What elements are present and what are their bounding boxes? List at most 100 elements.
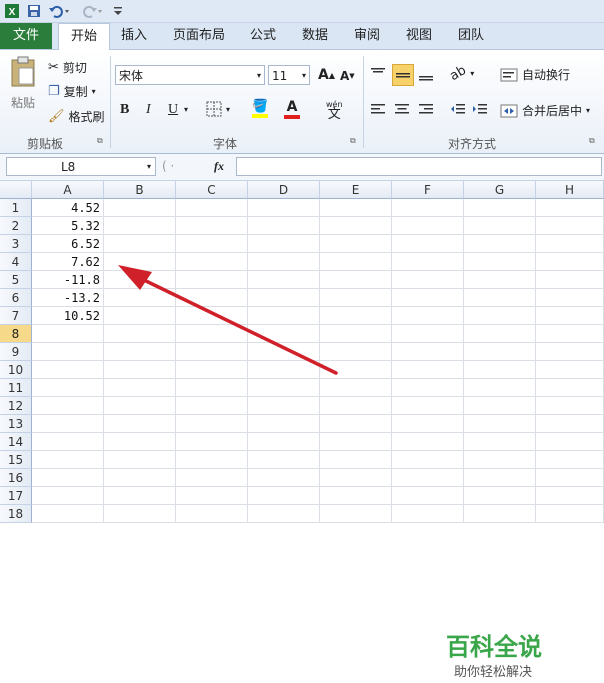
cell[interactable] [248,199,320,217]
cell[interactable] [104,415,176,433]
cell[interactable]: -13.2 [32,289,104,307]
cell[interactable] [248,487,320,505]
cell[interactable] [248,325,320,343]
cell[interactable] [32,361,104,379]
cell[interactable] [536,325,604,343]
cell[interactable] [104,361,176,379]
cell[interactable] [32,469,104,487]
cell[interactable] [392,505,464,523]
cell[interactable] [464,307,536,325]
row-header[interactable]: 15 [0,451,32,469]
tab-home[interactable]: 开始 [58,23,110,51]
cell[interactable] [392,433,464,451]
cell[interactable] [104,451,176,469]
wrap-text-button[interactable]: 自动换行 [500,66,570,83]
cell[interactable] [464,199,536,217]
row-header[interactable]: 10 [0,361,32,379]
cell[interactable] [176,271,248,289]
cell[interactable] [464,235,536,253]
cell[interactable] [392,307,464,325]
cell[interactable] [104,397,176,415]
cell[interactable] [176,451,248,469]
cell[interactable] [32,415,104,433]
cell[interactable] [320,343,392,361]
cell[interactable] [248,271,320,289]
customize-qat-icon[interactable] [112,3,124,19]
cell[interactable] [320,415,392,433]
cell[interactable] [392,325,464,343]
decrease-indent-button[interactable] [450,102,466,118]
cell[interactable] [104,469,176,487]
dialog-launcher-icon[interactable]: ⧉ [350,136,360,146]
grow-font-button[interactable]: A ▲ [318,67,335,83]
cell[interactable] [392,253,464,271]
italic-button[interactable]: I [146,102,151,118]
cell[interactable] [248,415,320,433]
row-header[interactable]: 8 [0,325,32,343]
cell[interactable] [176,253,248,271]
undo-icon[interactable] [48,3,70,19]
cell[interactable] [104,217,176,235]
increase-indent-button[interactable] [472,102,488,118]
cell[interactable] [536,415,604,433]
cut-button[interactable]: ✂ 剪切 [48,58,87,76]
font-color-button[interactable]: A [284,99,300,119]
cell[interactable] [392,415,464,433]
cell[interactable] [464,361,536,379]
cell[interactable] [248,505,320,523]
cell[interactable] [536,379,604,397]
cell[interactable] [536,451,604,469]
cell[interactable] [536,487,604,505]
cell[interactable]: 6.52 [32,235,104,253]
align-bottom-button[interactable] [418,66,434,82]
cell[interactable] [392,235,464,253]
cell[interactable] [104,433,176,451]
cell[interactable] [536,505,604,523]
font-name-combo[interactable]: 宋体 ▾ [115,65,265,85]
cell[interactable] [464,397,536,415]
cell[interactable] [176,487,248,505]
tab-view[interactable]: 视图 [398,23,440,49]
cell[interactable] [104,253,176,271]
cell[interactable] [464,217,536,235]
cell[interactable] [392,199,464,217]
row-header[interactable]: 4 [0,253,32,271]
chevron-down-icon[interactable]: ▾ [184,105,188,114]
cell[interactable] [464,451,536,469]
row-header[interactable]: 2 [0,217,32,235]
cell[interactable] [320,469,392,487]
fill-color-button[interactable]: 🪣 [252,99,268,118]
cell[interactable] [536,307,604,325]
cell[interactable] [320,487,392,505]
save-icon[interactable] [26,3,42,19]
cell[interactable] [464,487,536,505]
column-header-d[interactable]: D [248,181,320,199]
cell[interactable] [392,451,464,469]
cell[interactable] [392,397,464,415]
cell[interactable] [464,505,536,523]
shrink-font-button[interactable]: A ▼ [340,69,355,83]
cell[interactable] [536,253,604,271]
cell[interactable] [32,343,104,361]
cell[interactable] [464,379,536,397]
cell[interactable] [248,451,320,469]
row-header[interactable]: 1 [0,199,32,217]
cell[interactable] [320,235,392,253]
row-header[interactable]: 11 [0,379,32,397]
cell[interactable] [104,325,176,343]
cell[interactable] [320,379,392,397]
row-header[interactable]: 13 [0,415,32,433]
cell[interactable] [104,289,176,307]
redo-icon[interactable] [80,3,102,19]
cell[interactable] [176,415,248,433]
cell[interactable] [464,343,536,361]
tab-file[interactable]: 文件 [0,23,52,49]
cell[interactable] [176,379,248,397]
cell[interactable] [392,487,464,505]
cell[interactable] [104,343,176,361]
row-header[interactable]: 5 [0,271,32,289]
cell[interactable] [104,487,176,505]
cell[interactable] [32,325,104,343]
cell[interactable] [248,289,320,307]
row-header[interactable]: 14 [0,433,32,451]
